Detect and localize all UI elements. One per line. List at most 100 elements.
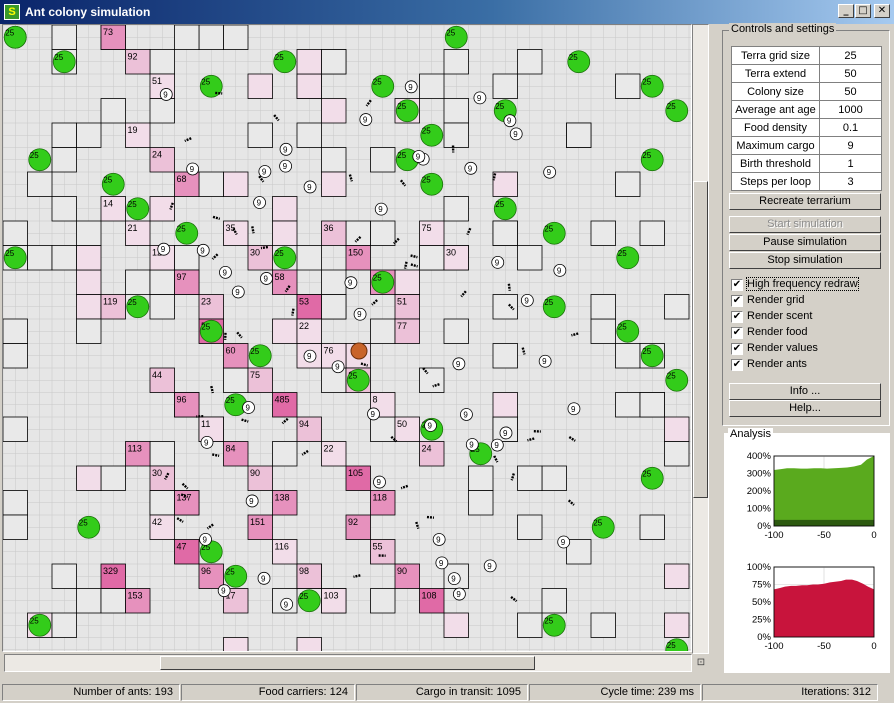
food-value: 25 [275,249,284,258]
chart-xtick-label: -50 [817,641,831,652]
cargo-ant-label: 9 [494,441,499,450]
trail-cell [198,171,224,197]
food-value: 25 [422,175,431,184]
checkbox-box[interactable]: ✔ [731,359,743,371]
title-bar: S Ant colony simulation _ □ ✕ [0,0,894,24]
trail-cell [541,588,567,614]
trail-cell [321,49,347,75]
trail-cell [76,269,102,295]
scent-value: 11 [201,419,210,429]
setting-value-field[interactable]: 9 [819,136,882,155]
controls-group-title: Controls and settings [729,23,837,35]
cargo-ant-label: 9 [283,145,288,154]
terrarium-canvas[interactable]: 7392511419246811921129723353058533615044… [3,25,692,652]
cargo-ant-label: 9 [507,117,512,126]
trail-cell [272,318,298,344]
cargo-ant-label: 9 [547,168,552,177]
analysis-group-title: Analysis [728,428,773,440]
trail-cell [370,147,396,173]
info-button[interactable]: Info ... [729,383,881,400]
setting-label: Steps per loop [731,172,820,191]
cargo-ant-label: 9 [261,574,266,583]
cargo-ant-label: 9 [436,535,441,544]
scent-value: 94 [299,419,309,429]
setting-value-field[interactable]: 1000 [819,100,882,119]
trail-cell [615,343,641,369]
trail-cell [76,318,102,344]
food-value: 25 [299,592,308,601]
scent-value: 105 [348,468,363,478]
cargo-ant-label: 9 [263,274,268,283]
recreate-terrarium-button[interactable]: Recreate terrarium [729,193,881,210]
checkbox-box[interactable]: ✔ [731,327,743,339]
scent-value: 90 [397,566,407,576]
checkbox-box[interactable]: ✔ [731,343,743,355]
vertical-scroll-thumb[interactable] [693,181,708,498]
trail-cell [639,514,665,540]
stop-simulation-button[interactable]: Stop simulation [729,252,881,269]
chart-ytick-label: 75% [752,580,772,591]
start-simulation-button[interactable]: Start simulation [729,216,881,233]
trail-cell [517,49,543,75]
trail-cell [272,220,298,246]
food-value: 25 [30,616,39,625]
scent-value: 30 [446,248,456,258]
help-button[interactable]: Help... [729,400,881,417]
pause-simulation-button[interactable]: Pause simulation [729,234,881,251]
scent-value: 153 [128,591,143,601]
checkbox-box[interactable]: ✔ [731,279,743,291]
setting-value-field[interactable]: 3 [819,172,882,191]
food-value: 25 [593,518,602,527]
checkbox-box[interactable]: ✔ [731,311,743,323]
trail-cell [76,245,102,271]
trail-cell [664,416,690,442]
scent-value: 150 [348,248,363,258]
scent-value: 92 [128,52,138,62]
ant-icon [426,515,435,519]
scent-value: 60 [226,346,236,356]
ant-icon [410,254,418,259]
ant-icon [206,523,214,530]
cargo-ant-label: 9 [495,258,500,267]
trail-cell [100,588,126,614]
setting-value-field[interactable]: 50 [819,82,882,101]
food-value: 25 [544,298,553,307]
setting-row: Maximum cargo 9 [731,136,882,155]
scent-value: 75 [250,370,260,380]
scent-value: 30 [250,248,260,258]
resize-grip-icon[interactable]: ⊡ [694,656,708,670]
ant-icon [291,308,295,316]
cargo-ant-label: 9 [378,205,383,214]
scent-value: 90 [250,468,260,478]
setting-value-field[interactable]: 50 [819,64,882,83]
setting-row: Birth threshold 1 [731,154,882,173]
checkbox-label: Render grid [747,294,805,306]
trail-cell [419,367,445,393]
trail-cell [247,122,273,148]
food-value: 25 [250,347,259,356]
scent-value: 138 [275,493,290,503]
scent-value: 103 [324,591,339,601]
trail-cell [664,612,690,638]
cargo-ant-label: 9 [257,199,262,208]
trail-cell [492,294,518,320]
ant-icon [215,91,223,95]
cargo-ant-label: 9 [307,352,312,361]
horizontal-scroll-thumb[interactable] [160,656,535,670]
setting-value-field[interactable]: 0.1 [819,118,882,137]
minimize-button[interactable]: _ [838,4,854,18]
checkbox-box[interactable]: ✔ [731,295,743,307]
trail-cell [223,367,249,393]
cargo-ant-label: 9 [503,429,508,438]
trail-cell [223,171,249,197]
setting-value-field[interactable]: 25 [819,46,882,65]
terrarium-view[interactable]: 7392511419246811921129723353058533615044… [2,24,692,652]
close-button[interactable]: ✕ [874,4,890,18]
setting-value-field[interactable]: 1 [819,154,882,173]
food-value: 25 [618,249,627,258]
trail-cell [149,49,175,75]
chart-ytick-label: 100% [747,504,772,515]
cargo-ant-label: 9 [456,590,461,599]
trail-cell [76,122,102,148]
maximize-button[interactable]: □ [855,4,871,18]
